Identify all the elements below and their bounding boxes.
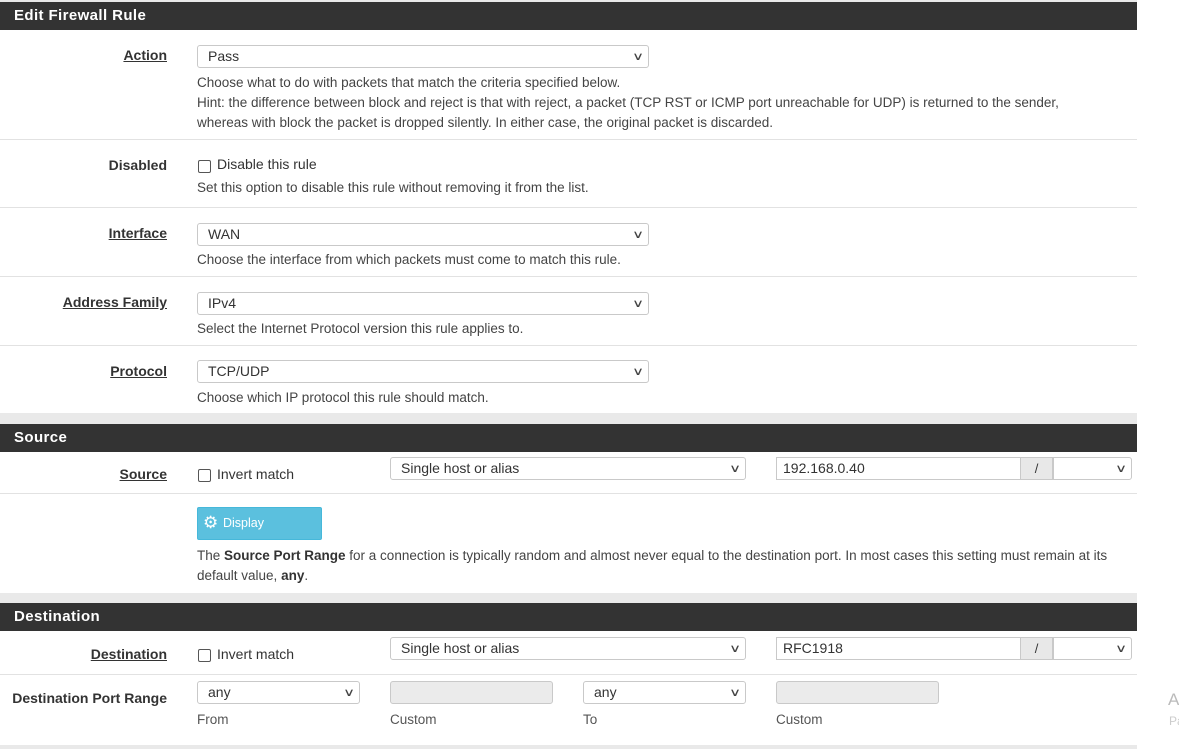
chevron-down-icon: ∨ <box>631 298 645 310</box>
panel-title-destination: Destination <box>0 603 1137 631</box>
disabled-help: Set this option to disable this rule wit… <box>197 180 589 195</box>
row-protocol: Protocol TCP/UDP ∨ Choose which IP proto… <box>0 346 1137 413</box>
destination-port-range-label: Destination Port Range <box>12 690 167 706</box>
chevron-down-icon: ∨ <box>631 229 645 241</box>
destination-invert-checkbox[interactable] <box>198 649 211 662</box>
port-to-custom-label: Custom <box>776 712 823 727</box>
destination-address-input[interactable]: RFC1918 <box>776 637 1021 660</box>
row-destination-port-range: Destination Port Range any ∨ From Custom… <box>0 675 1137 745</box>
source-invert-checkbox[interactable] <box>198 469 211 482</box>
action-select[interactable]: Pass ∨ <box>197 45 649 68</box>
chevron-down-icon: ∨ <box>631 366 645 378</box>
source-label[interactable]: Source <box>120 466 167 482</box>
interface-label[interactable]: Interface <box>109 225 167 241</box>
side-text-2: Pa <box>1169 714 1179 728</box>
form-content: Edit Firewall Rule Action Pass ∨ Choose … <box>0 2 1137 745</box>
gear-icon: ⚙ <box>203 513 219 532</box>
display-advanced-button[interactable]: ⚙ Display Advanced <box>197 507 322 561</box>
right-edge-area: A Pa <box>1137 0 1179 749</box>
destination-slash: / <box>1020 637 1053 660</box>
source-address-input[interactable]: 192.168.0.40 <box>776 457 1021 480</box>
chevron-down-icon: ∨ <box>728 687 742 699</box>
protocol-label[interactable]: Protocol <box>110 363 167 379</box>
action-label[interactable]: Action <box>123 47 167 63</box>
protocol-help: Choose which IP protocol this rule shoul… <box>197 390 489 405</box>
chevron-down-icon: ∨ <box>1114 463 1128 475</box>
port-to-label: To <box>583 712 598 727</box>
port-from-custom-input <box>390 681 553 704</box>
chevron-down-icon: ∨ <box>728 643 742 655</box>
address-family-select[interactable]: IPv4 ∨ <box>197 292 649 315</box>
source-type-select[interactable]: Single host or alias ∨ <box>390 457 746 480</box>
panel-title-edit-rule: Edit Firewall Rule <box>0 2 1137 30</box>
action-help: Choose what to do with packets that matc… <box>197 75 1059 130</box>
address-family-label[interactable]: Address Family <box>63 294 167 310</box>
destination-mask-select[interactable]: ∨ <box>1053 637 1132 660</box>
row-interface: Interface WAN ∨ Choose the interface fro… <box>0 208 1137 277</box>
chevron-down-icon: ∨ <box>631 51 645 63</box>
source-invert-label[interactable]: Invert match <box>217 466 294 482</box>
port-to-custom-input <box>776 681 939 704</box>
row-source-advanced: ⚙ Display Advanced The Source Port Range… <box>0 494 1137 593</box>
row-action: Action Pass ∨ Choose what to do with pac… <box>0 30 1137 140</box>
protocol-select[interactable]: TCP/UDP ∨ <box>197 360 649 383</box>
row-address-family: Address Family IPv4 ∨ Select the Interne… <box>0 277 1137 346</box>
address-family-help: Select the Internet Protocol version thi… <box>197 321 524 336</box>
side-text-1: A <box>1168 690 1179 709</box>
source-mask-select[interactable]: ∨ <box>1053 457 1132 480</box>
disable-rule-checkbox-label[interactable]: Disable this rule <box>217 156 317 172</box>
disable-rule-checkbox[interactable] <box>198 160 211 173</box>
port-from-select[interactable]: any ∨ <box>197 681 360 704</box>
source-port-help: The Source Port Range for a connection i… <box>197 548 1108 583</box>
chevron-down-icon: ∨ <box>728 463 742 475</box>
port-from-label: From <box>197 712 229 727</box>
panel-gap <box>0 413 1137 424</box>
interface-help: Choose the interface from which packets … <box>197 252 621 267</box>
destination-type-select[interactable]: Single host or alias ∨ <box>390 637 746 660</box>
destination-label[interactable]: Destination <box>91 646 167 662</box>
row-disabled: Disabled Disable this rule Set this opti… <box>0 140 1137 208</box>
interface-select[interactable]: WAN ∨ <box>197 223 649 246</box>
port-to-select[interactable]: any ∨ <box>583 681 746 704</box>
panel-title-source: Source <box>0 424 1137 452</box>
panel-gap <box>0 593 1137 603</box>
disabled-label: Disabled <box>108 157 167 173</box>
row-source: Source Invert match Single host or alias… <box>0 452 1137 494</box>
chevron-down-icon: ∨ <box>1114 643 1128 655</box>
row-destination: Destination Invert match Single host or … <box>0 631 1137 675</box>
port-from-custom-label: Custom <box>390 712 437 727</box>
source-slash: / <box>1020 457 1053 480</box>
chevron-down-icon: ∨ <box>342 687 356 699</box>
destination-invert-label[interactable]: Invert match <box>217 646 294 662</box>
